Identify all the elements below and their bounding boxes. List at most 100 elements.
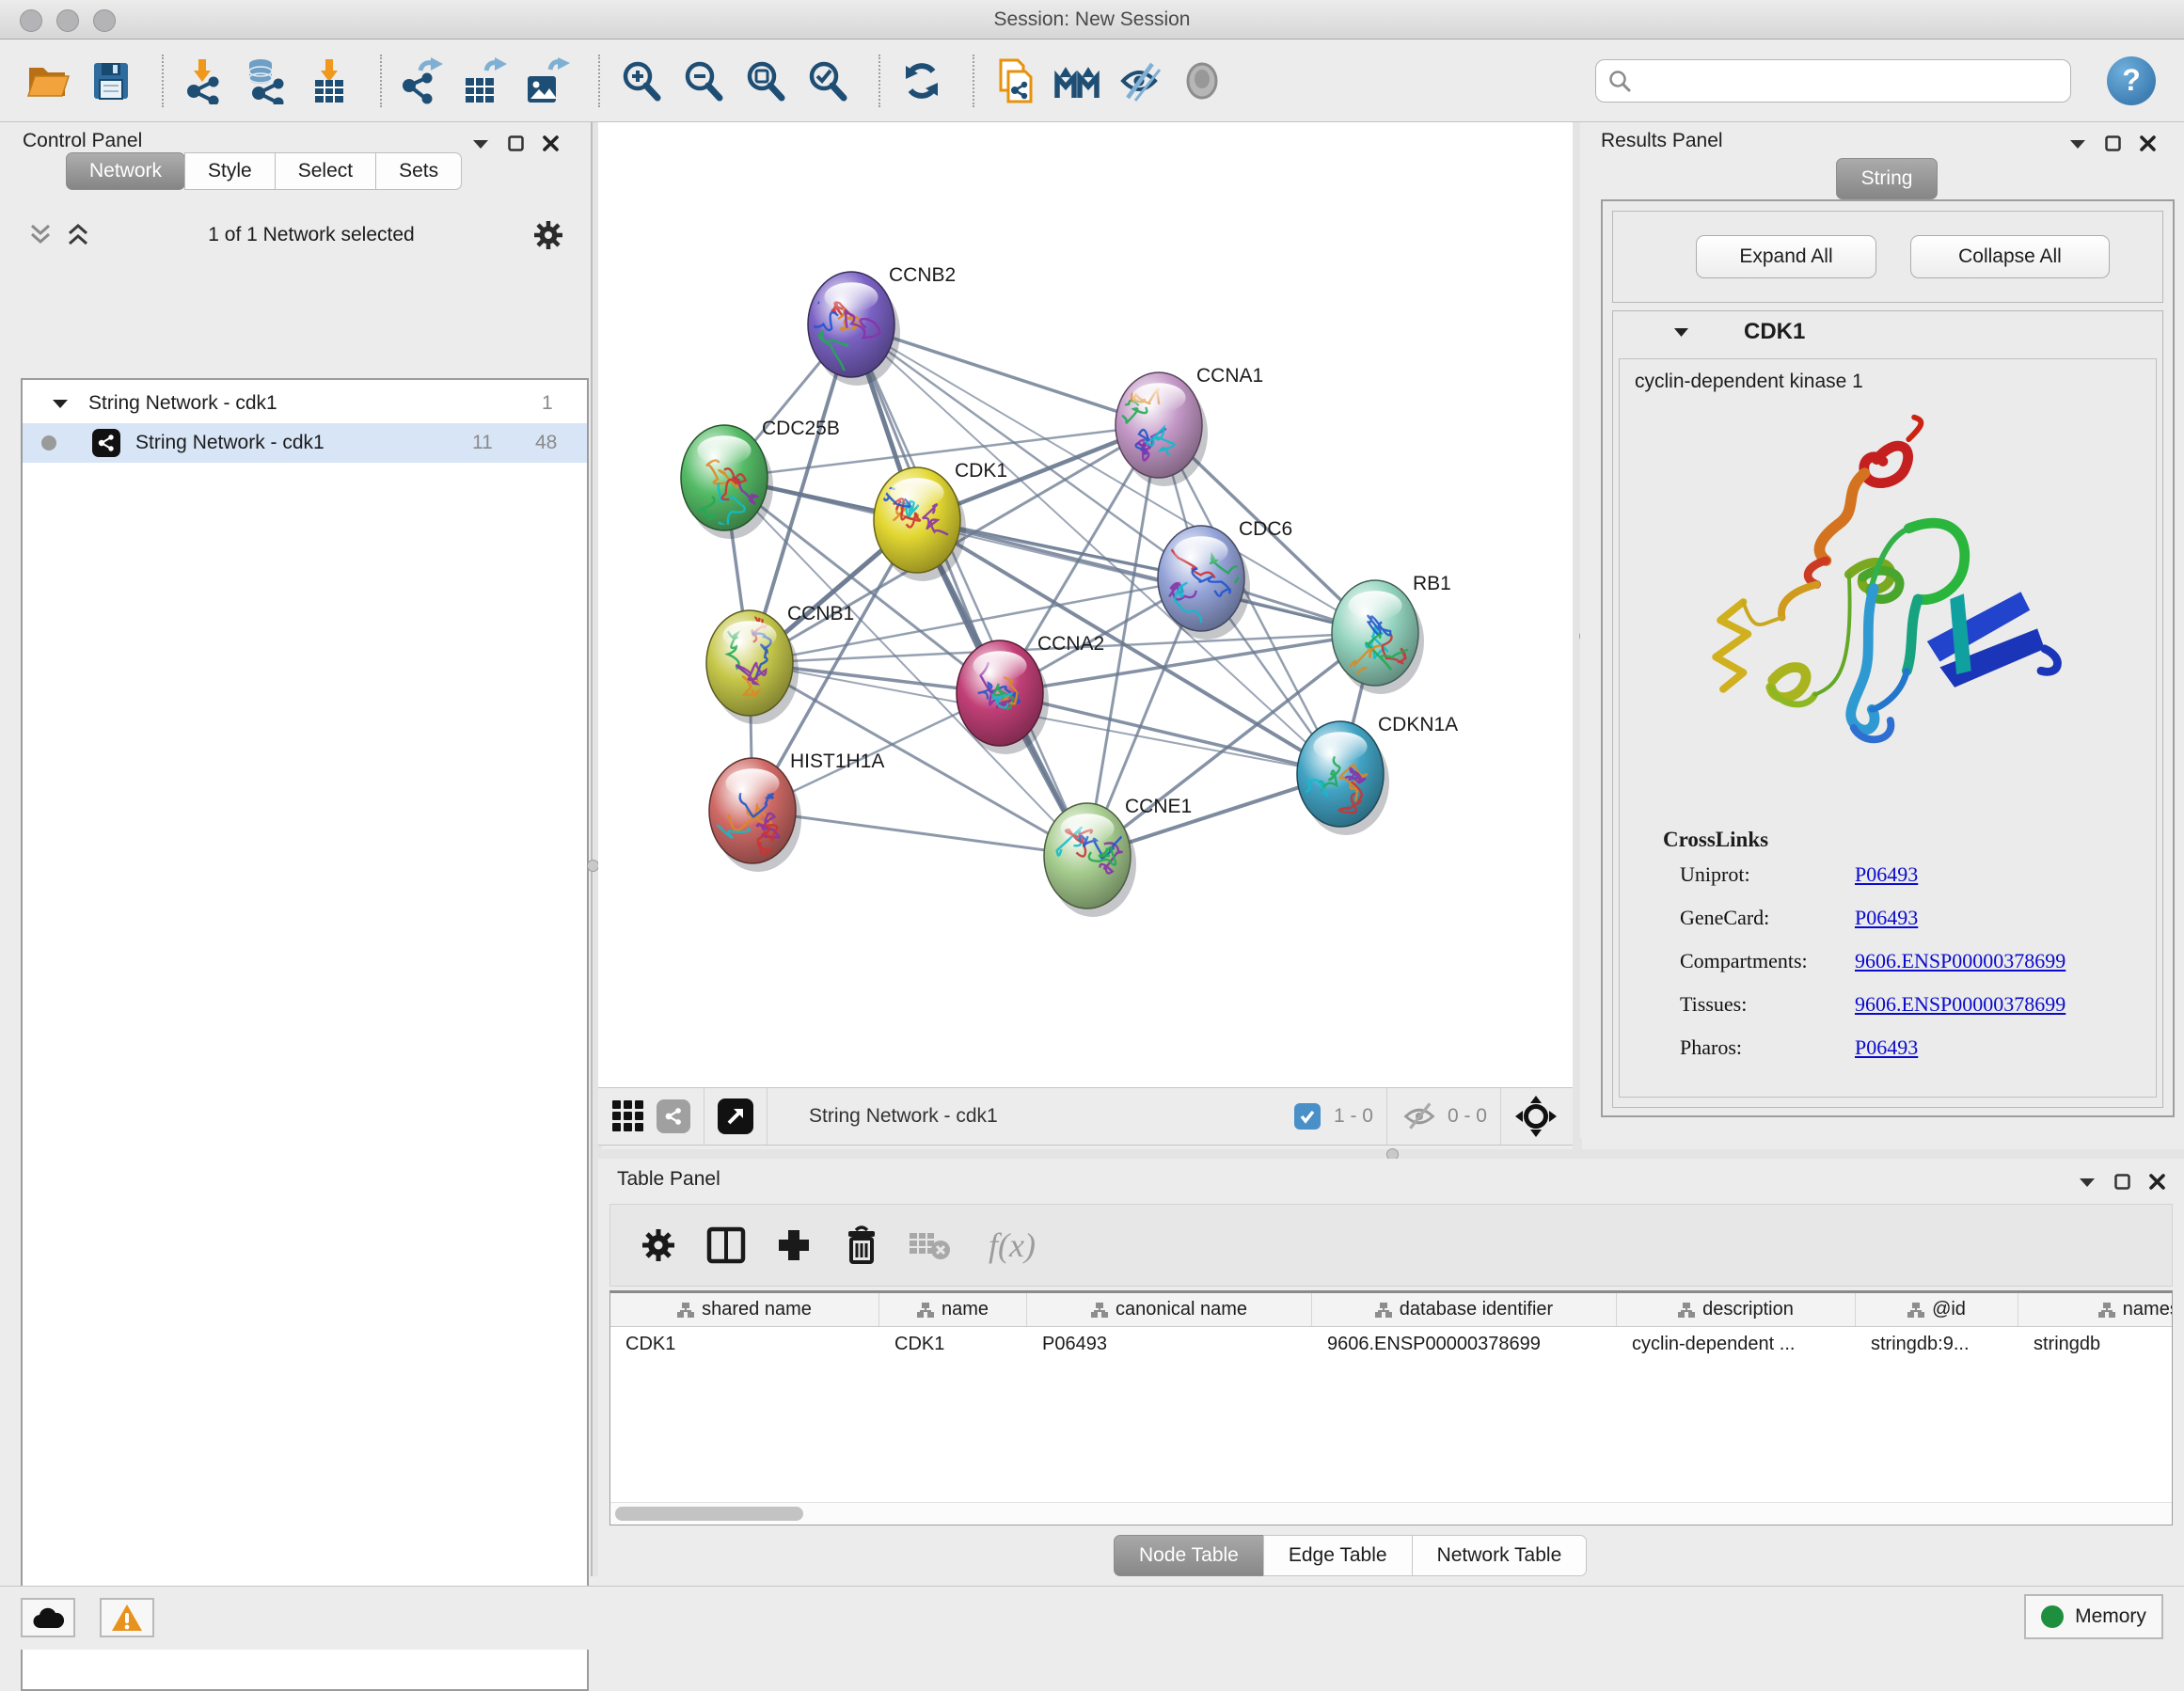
column-header-label: canonical name	[1116, 1299, 1247, 1320]
tab-node-table[interactable]: Node Table	[1114, 1535, 1264, 1576]
global-search-field[interactable]	[1595, 59, 2071, 103]
status-bar: Memory	[0, 1586, 2184, 1650]
detach-view-icon[interactable]	[718, 1098, 753, 1134]
node-gloss	[725, 768, 779, 798]
node-label: CDC25B	[762, 418, 840, 439]
column-header[interactable]: name	[879, 1293, 1027, 1326]
first-neighbors-button[interactable]	[1052, 53, 1104, 109]
export-image-icon	[524, 57, 571, 104]
column-header-label: shared name	[702, 1299, 812, 1320]
expand-all-icon[interactable]	[66, 223, 90, 247]
panel-menu-icon[interactable]	[472, 138, 489, 150]
search-input[interactable]	[1641, 70, 2055, 91]
network-collection-row[interactable]: String Network - cdk1 1	[23, 384, 587, 423]
table-cell[interactable]: CDK1	[610, 1327, 879, 1361]
tree-expand-icon[interactable]	[53, 399, 68, 409]
import-network-from-database-button[interactable]	[241, 53, 293, 109]
gear-icon[interactable]	[532, 219, 564, 251]
tab-string-results[interactable]: String	[1836, 158, 1938, 199]
table-cell[interactable]: cyclin-dependent ...	[1617, 1327, 1856, 1361]
apply-preferred-layout-button[interactable]	[895, 53, 948, 109]
column-type-icon	[677, 1302, 694, 1319]
panel-menu-icon[interactable]	[2079, 1177, 2096, 1188]
panel-close-icon[interactable]	[2140, 135, 2156, 151]
panel-float-icon[interactable]	[2105, 135, 2121, 151]
column-header[interactable]: shared name	[610, 1293, 879, 1326]
table-row[interactable]: CDK1CDK1P064939606.ENSP00000378699cyclin…	[610, 1327, 2172, 1361]
table-horizontal-scrollbar[interactable]	[610, 1502, 2172, 1525]
tab-edge-table[interactable]: Edge Table	[1263, 1535, 1413, 1576]
selected-nodes-checkbox[interactable]	[1294, 1103, 1321, 1130]
table-cell[interactable]: CDK1	[879, 1327, 1027, 1361]
import-network-from-file-button[interactable]	[179, 53, 231, 109]
panel-float-icon[interactable]	[2114, 1174, 2130, 1190]
zoom-selected-button[interactable]	[801, 53, 854, 109]
crosslink-link[interactable]: P06493	[1855, 1035, 1918, 1060]
network-thumbnail-icon[interactable]	[657, 1099, 690, 1133]
import-table-from-file-button[interactable]	[303, 53, 356, 109]
crosslink-link[interactable]: P06493	[1855, 906, 1918, 930]
table-cell[interactable]: P06493	[1027, 1327, 1312, 1361]
panel-close-icon[interactable]	[543, 135, 559, 151]
open-session-button[interactable]	[23, 53, 75, 109]
function-builder-button-disabled[interactable]: f(x)	[970, 1218, 1054, 1272]
memory-label: Memory	[2075, 1605, 2146, 1628]
new-network-from-selection-button[interactable]	[989, 53, 1042, 109]
column-header[interactable]: description	[1617, 1293, 1856, 1326]
collapse-all-button[interactable]: Collapse All	[1910, 235, 2110, 278]
export-table-icon	[462, 57, 509, 104]
crosslink-link[interactable]: P06493	[1855, 862, 1918, 887]
zoom-out-button[interactable]	[677, 53, 730, 109]
column-header[interactable]: database identifier	[1312, 1293, 1617, 1326]
network-canvas[interactable]: CCNB2CCNA1CDC25BCDK1CDC6RB1CCNB1CCNA2CDK…	[598, 122, 1573, 1087]
table-cell[interactable]: stringdb	[2018, 1327, 2173, 1361]
table-settings-button[interactable]	[631, 1218, 686, 1272]
network-edge[interactable]	[752, 811, 1087, 856]
birdseye-navigator-icon[interactable]	[1514, 1095, 1558, 1138]
export-network-icon	[400, 57, 447, 104]
network-row-selected[interactable]: String Network - cdk1 11 48	[23, 423, 587, 463]
show-grid-icon[interactable]	[611, 1099, 645, 1133]
panel-menu-icon[interactable]	[2069, 138, 2086, 150]
scrollbar-thumb[interactable]	[615, 1507, 803, 1521]
column-header[interactable]: namespace	[2018, 1293, 2173, 1326]
hide-selection-button[interactable]	[1114, 53, 1166, 109]
delete-table-button-disabled[interactable]	[902, 1218, 957, 1272]
expand-all-button[interactable]: Expand All	[1696, 235, 1876, 278]
delete-column-button[interactable]	[834, 1218, 889, 1272]
zoom-fit-content-button[interactable]	[739, 53, 792, 109]
export-network-button[interactable]	[397, 53, 450, 109]
entry-header[interactable]: CDK1	[1613, 311, 2162, 353]
network-edge[interactable]	[851, 324, 1087, 856]
memory-button[interactable]: Memory	[2024, 1594, 2163, 1639]
collapse-all-icon[interactable]	[28, 223, 53, 247]
column-header[interactable]: @id	[1856, 1293, 2018, 1326]
tab-sets[interactable]: Sets	[375, 152, 462, 190]
save-session-button[interactable]	[85, 53, 137, 109]
tab-network[interactable]: Network	[66, 152, 185, 190]
tab-select[interactable]: Select	[275, 152, 376, 190]
help-button[interactable]: ?	[2107, 56, 2156, 105]
network-edge[interactable]	[1000, 693, 1340, 774]
column-header[interactable]: canonical name	[1027, 1293, 1312, 1326]
table-cell[interactable]: stringdb:9...	[1856, 1327, 2018, 1361]
tab-style[interactable]: Style	[184, 152, 276, 190]
panel-close-icon[interactable]	[2149, 1174, 2165, 1190]
export-image-button[interactable]	[521, 53, 574, 109]
show-column-button[interactable]	[699, 1218, 753, 1272]
entry-content: cyclin-dependent kinase 1	[1619, 358, 2157, 1098]
tab-network-table[interactable]: Network Table	[1412, 1535, 1588, 1576]
cloud-status-button[interactable]	[21, 1598, 75, 1637]
crosslink-label: GeneCard:	[1680, 906, 1855, 930]
panel-float-icon[interactable]	[508, 135, 524, 151]
export-table-button[interactable]	[459, 53, 512, 109]
collection-count: 1	[542, 392, 553, 415]
crosslink-link[interactable]: 9606.ENSP00000378699	[1855, 992, 2065, 1017]
show-all-button[interactable]	[1176, 53, 1228, 109]
warnings-button[interactable]	[100, 1598, 154, 1637]
entry-collapse-icon[interactable]	[1673, 326, 1689, 338]
table-cell[interactable]: 9606.ENSP00000378699	[1312, 1327, 1617, 1361]
crosslink-link[interactable]: 9606.ENSP00000378699	[1855, 949, 2065, 973]
zoom-in-button[interactable]	[615, 53, 668, 109]
create-column-button[interactable]	[767, 1218, 821, 1272]
